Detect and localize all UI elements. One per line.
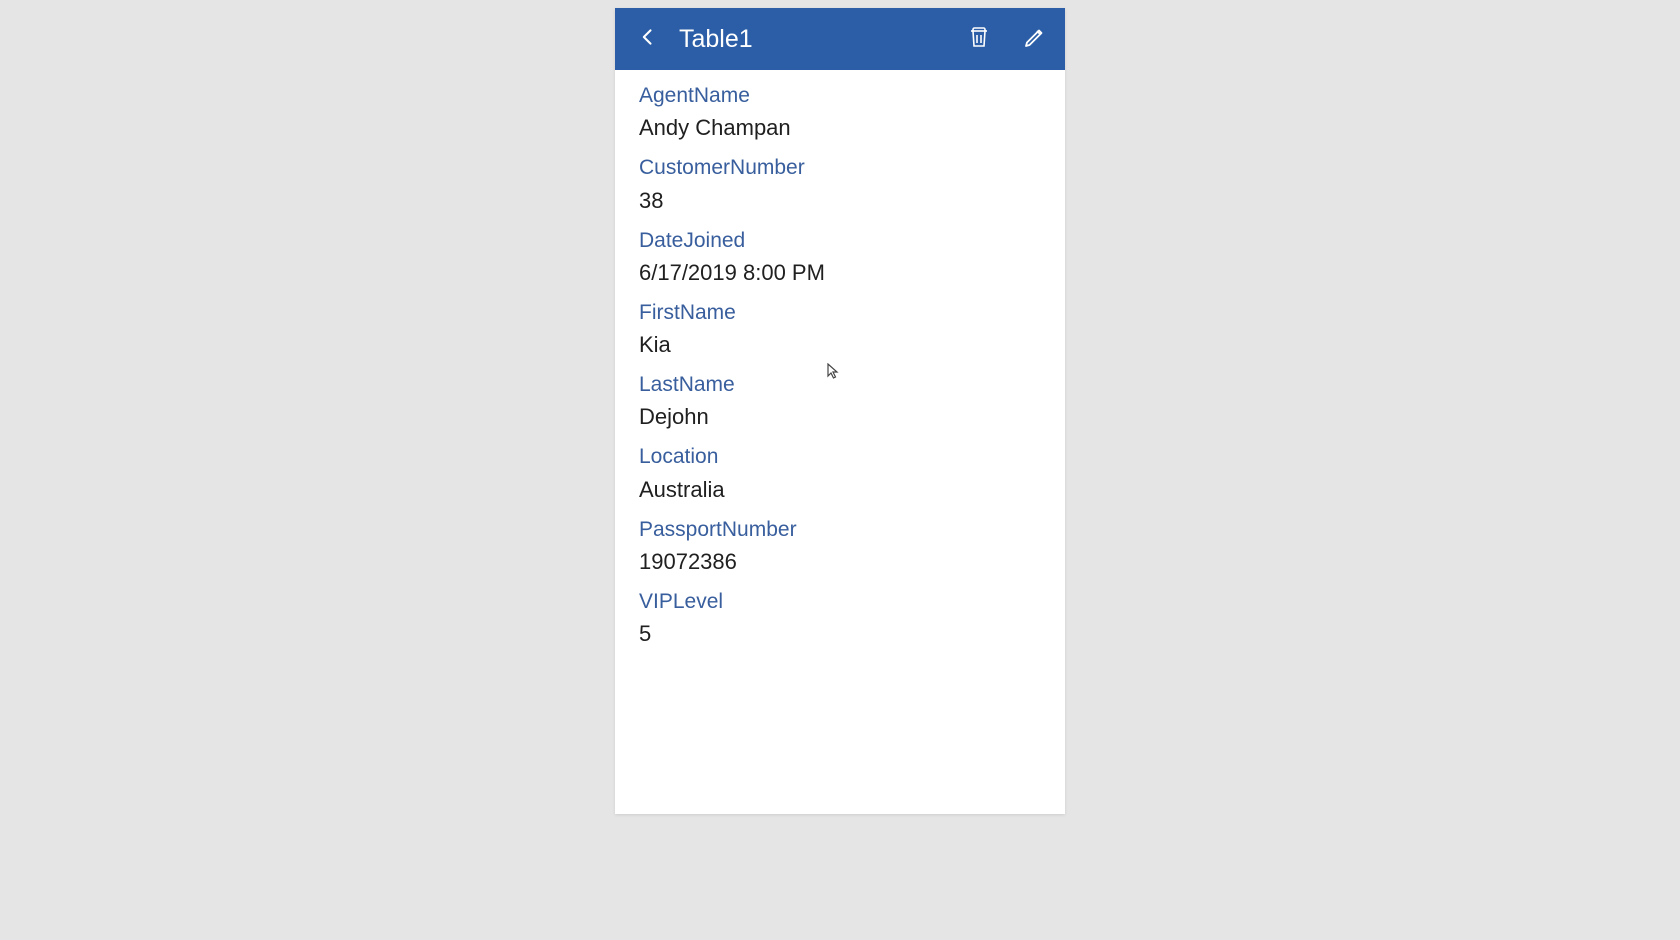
content-area: AgentName Andy Champan CustomerNumber 38… xyxy=(615,70,1065,814)
pencil-icon xyxy=(1023,24,1047,55)
field-value: Andy Champan xyxy=(639,111,1041,144)
field-row: CustomerNumber 38 xyxy=(639,154,1041,216)
field-value: 19072386 xyxy=(639,545,1041,578)
field-label: LastName xyxy=(639,371,1041,398)
field-row: VIPLevel 5 xyxy=(639,588,1041,650)
edit-button[interactable] xyxy=(1021,25,1049,53)
field-row: FirstName Kia xyxy=(639,299,1041,361)
field-label: AgentName xyxy=(639,82,1041,109)
field-row: DateJoined 6/17/2019 8:00 PM xyxy=(639,227,1041,289)
field-value: Kia xyxy=(639,328,1041,361)
back-button[interactable] xyxy=(631,22,665,56)
field-value: 38 xyxy=(639,184,1041,217)
header-bar: Table1 xyxy=(615,8,1065,70)
field-value: Australia xyxy=(639,473,1041,506)
detail-card: Table1 xyxy=(615,8,1065,814)
field-row: PassportNumber 19072386 xyxy=(639,516,1041,578)
field-label: VIPLevel xyxy=(639,588,1041,615)
trash-icon xyxy=(967,24,991,55)
header-actions xyxy=(965,25,1049,53)
chevron-left-icon xyxy=(638,23,658,56)
page-title: Table1 xyxy=(679,25,965,54)
field-label: FirstName xyxy=(639,299,1041,326)
field-label: PassportNumber xyxy=(639,516,1041,543)
field-value: 6/17/2019 8:00 PM xyxy=(639,256,1041,289)
delete-button[interactable] xyxy=(965,25,993,53)
field-value: 5 xyxy=(639,617,1041,650)
field-row: LastName Dejohn xyxy=(639,371,1041,433)
field-row: Location Australia xyxy=(639,443,1041,505)
field-label: DateJoined xyxy=(639,227,1041,254)
field-row: AgentName Andy Champan xyxy=(639,82,1041,144)
field-label: CustomerNumber xyxy=(639,154,1041,181)
field-label: Location xyxy=(639,443,1041,470)
field-value: Dejohn xyxy=(639,400,1041,433)
